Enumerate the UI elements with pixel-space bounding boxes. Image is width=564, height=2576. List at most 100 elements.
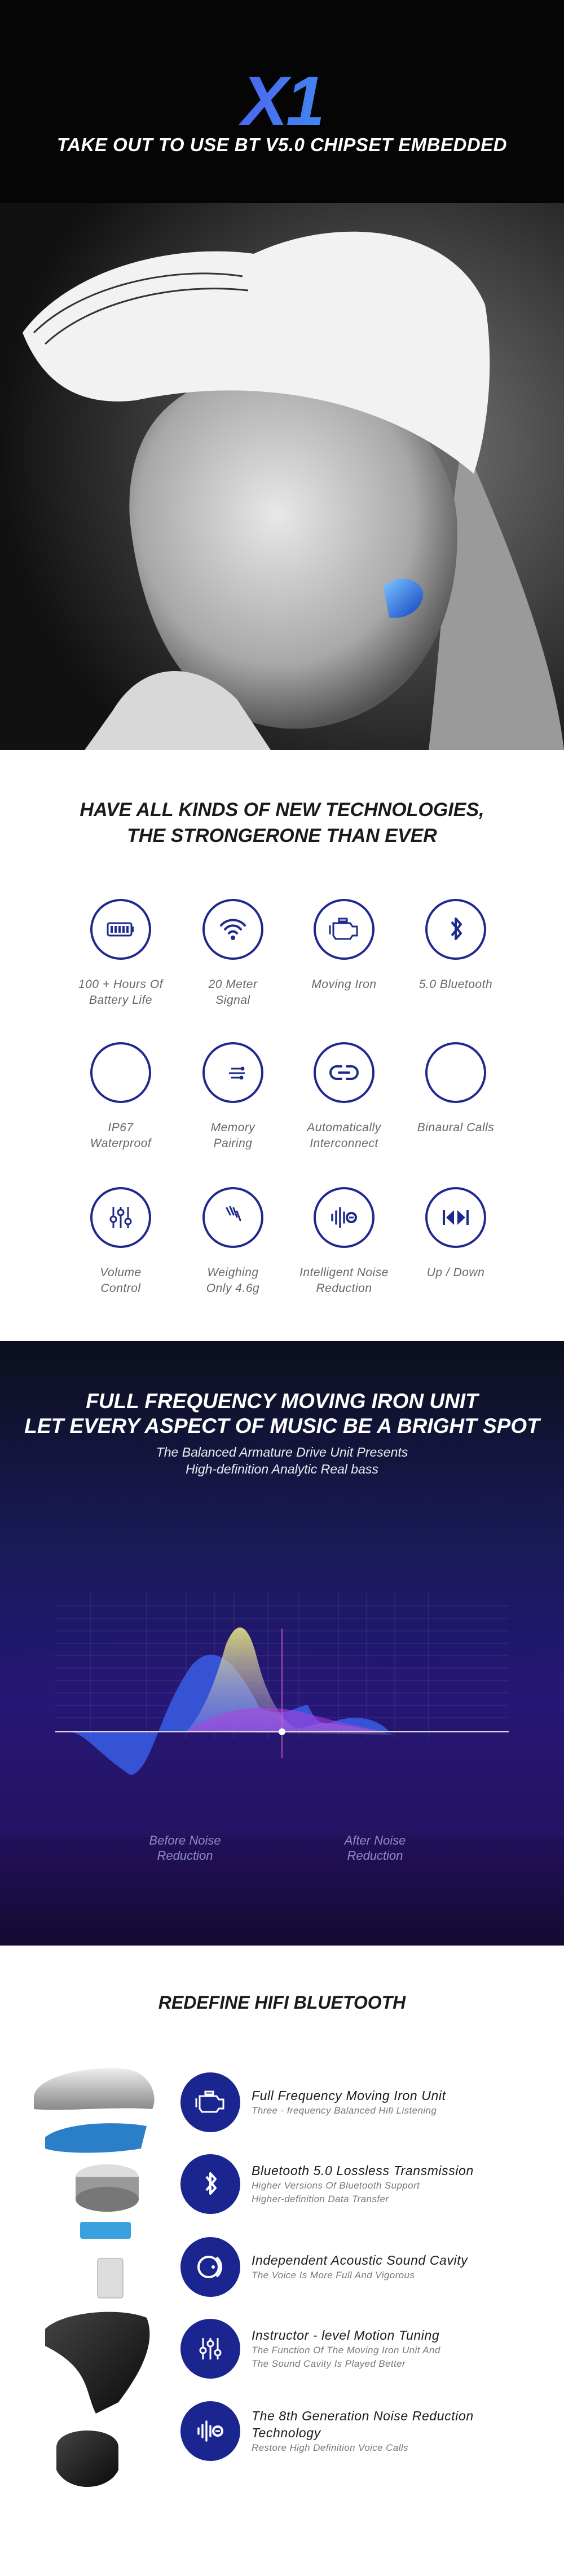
feature-icon-circle [314,1042,374,1103]
label-line: Only 4.6g [206,1282,260,1295]
feature-icon-circle [314,899,374,960]
heading-line: LET EVERY ASPECT OF MUSIC BE A BRIGHT SP… [24,1414,540,1437]
feature-icon-circle [425,1042,486,1103]
moving-iron-icon [195,2090,224,2113]
label-line: 20 Meter [208,978,258,991]
label-line: 100 + Hours Of [78,978,163,991]
hifi-text: Bluetooth 5.0 Lossless Transmission Highe… [252,2162,474,2206]
feature-icon-circle [425,1187,486,1248]
marker-dot [279,1728,285,1735]
hifi-text: Full Frequency Moving Iron Unit Three - f… [252,2087,446,2118]
hifi-title: Instructor - level Motion Tuning [252,2328,440,2343]
heading-line: FULL FREQUENCY MOVING IRON UNIT [86,1390,478,1413]
label-line: Binaural Calls [417,1121,495,1134]
hifi-icon-circle [180,2154,240,2214]
feature-item: Weighing Only 4.6g [177,1187,289,1296]
label-line: Reduction [157,1849,213,1863]
hifi-subtitle: The Voice Is More Full And Vigorous [252,2270,415,2281]
feature-label: Weighing Only 4.6g [177,1265,289,1296]
exploded-earbud-image [34,2068,155,2487]
frequency-graphic [0,1592,564,1837]
water-drop-icon [102,1054,139,1091]
hifi-title: The 8th Generation Noise Reduction [252,2409,474,2423]
sound-section: FULL FREQUENCY MOVING IRON UNIT LET EVER… [0,1341,564,1946]
label-line: Signal [215,994,250,1007]
feature-icon-circle [202,899,263,960]
feature-label: 5.0 Bluetooth [399,977,512,993]
label-line: Waterproof [90,1137,152,1150]
feature-item: Up / Down [399,1187,512,1281]
sound-cavity-icon [197,2256,223,2278]
label-line: Control [100,1282,141,1295]
hifi-subtitle: Restore High Definition Voice Calls [252,2442,408,2453]
label-line: Intelligent Noise [299,1266,389,1279]
feature-item: 20 Meter Signal [177,899,289,1008]
hifi-subtitle: The Function Of The Moving Iron Unit And [252,2345,440,2356]
feature-icon-circle [90,1042,151,1103]
feature-item: Automatically Interconnect [288,1042,400,1152]
subtitle-line: The Balanced Armature Drive Unit Present… [156,1445,408,1459]
feature-item: Intelligent Noise Reduction [288,1187,400,1296]
label-line: Before Noise [149,1833,221,1847]
cloud-circuit-icon [229,1066,245,1080]
subtitle-line: High-definition Analytic Real bass [186,1462,378,1476]
sliders-icon [109,1207,132,1228]
feature-item: Moving Iron [288,899,400,993]
feature-icon-circle [202,1042,263,1103]
prev-next-icon [443,1210,469,1225]
hifi-subtitle: Higher Versions Of Bluetooth Support [252,2180,420,2191]
label-line: IP67 [108,1121,134,1134]
feature-item: Volume Control [64,1187,177,1296]
label-line: Volume [100,1266,142,1279]
sliders-icon [199,2338,222,2359]
features-heading: HAVE ALL KINDS OF NEW TECHNOLOGIES, THE … [0,797,564,849]
feature-label: Intelligent Noise Reduction [288,1265,400,1296]
bluetooth-icon [451,918,462,940]
label-line: Reduction [347,1849,403,1863]
feature-label: Up / Down [399,1265,512,1281]
feature-item: Binaural Calls [399,1042,512,1136]
hifi-feature-row: Bluetooth 5.0 Lossless Transmission Highe… [180,2153,553,2215]
label-line: Reduction [316,1282,372,1295]
feature-label: 20 Meter Signal [177,977,289,1008]
heading-line: HAVE ALL KINDS OF NEW TECHNOLOGIES, [80,799,484,821]
bluetooth-icon [205,2172,217,2195]
feature-label: IP67 Waterproof [64,1120,177,1152]
hifi-subtitle: Three - frequency Balanced Hifi Listenin… [252,2105,437,2116]
feature-item: 5.0 Bluetooth [399,899,512,993]
hifi-subtitle: Higher-definition Data Transfer [252,2194,389,2204]
hifi-feature-row: Independent Acoustic Sound Cavity The Voi… [180,2236,553,2298]
feature-label: Moving Iron [288,977,400,993]
label-line: Moving Iron [311,978,377,991]
hero-section: X1 TAKE OUT TO USE BT V5.0 CHIPSET EMBED… [0,0,564,750]
label-line: Pairing [213,1137,253,1150]
feature-item: IP67 Waterproof [64,1042,177,1152]
label-line: Weighing [207,1266,259,1279]
hifi-icon-circle [180,2072,240,2132]
feature-icon-circle [90,1187,151,1248]
feature-icon-circle [90,899,151,960]
hero-photo-woman-with-earbud [0,203,564,750]
hifi-feature-row: The 8th Generation Noise Reduction Techn… [180,2400,553,2462]
sound-heading: FULL FREQUENCY MOVING IRON UNIT LET EVER… [0,1389,564,1439]
sound-subtitle: The Balanced Armature Drive Unit Present… [0,1444,564,1477]
label-line: Automatically [307,1121,381,1134]
noise-reduction-icon [197,2420,223,2442]
moving-iron-icon [329,918,358,940]
hifi-title: Independent Acoustic Sound Cavity [252,2253,468,2268]
hifi-heading: REDEFINE HIFI BLUETOOTH [158,1992,406,2013]
label-line: After Noise [344,1833,406,1847]
feature-label: Volume Control [64,1265,177,1296]
hifi-title: Bluetooth 5.0 Lossless Transmission [252,2163,474,2178]
hifi-feature-row: Instructor - level Motion Tuning The Func… [180,2318,553,2380]
wifi-signal-icon [220,919,246,940]
hifi-icon-circle [180,2319,240,2379]
feature-label: Memory Pairing [177,1120,289,1152]
label-line: Interconnect [310,1137,378,1150]
hifi-feature-row: Full Frequency Moving Iron Unit Three - f… [180,2071,553,2133]
noise-reduction-icon [331,1207,357,1228]
label-line: Up / Down [426,1266,485,1279]
hifi-title: Full Frequency Moving Iron Unit [252,2088,446,2103]
feature-item: Memory Pairing [177,1042,289,1152]
product-logo-x1: X1 [0,67,564,136]
